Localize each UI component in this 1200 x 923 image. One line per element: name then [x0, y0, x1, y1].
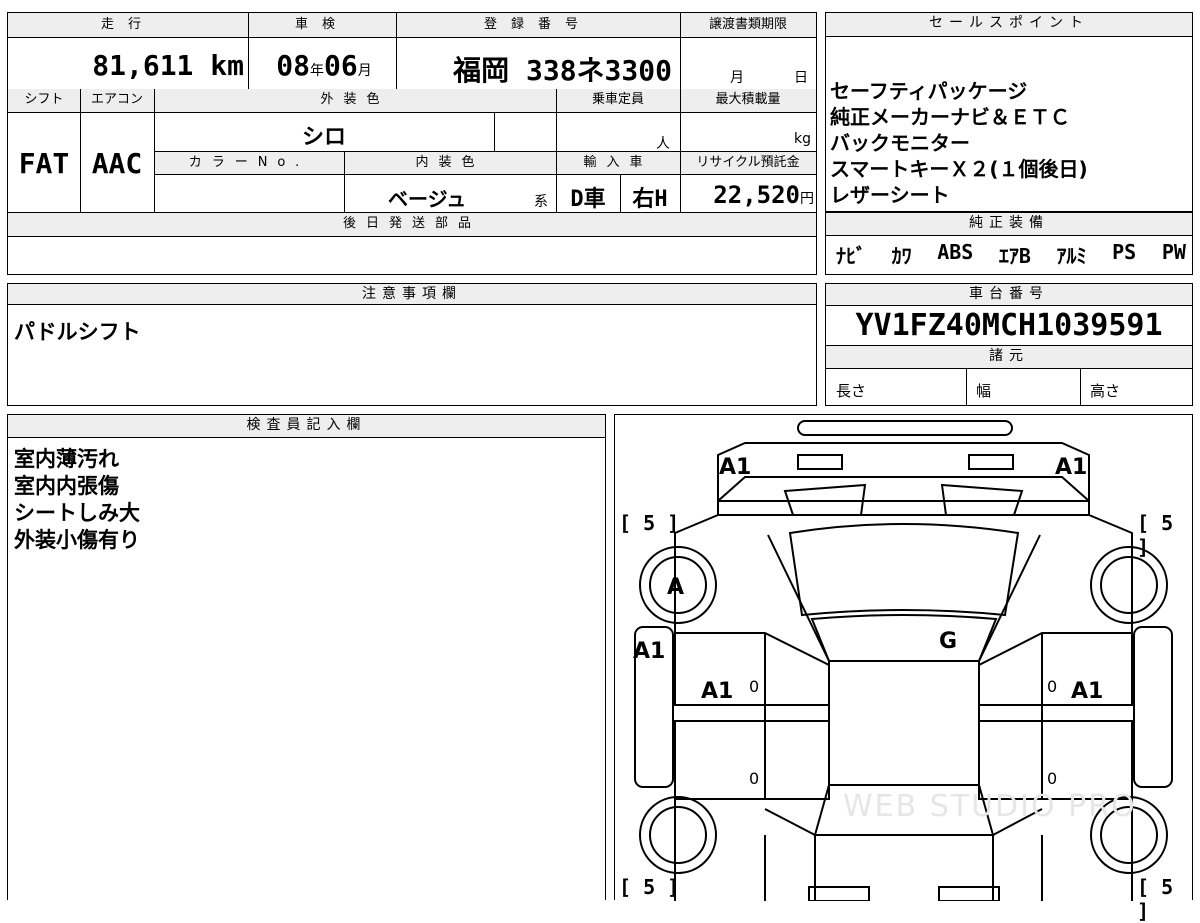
- factory-equipment-header: 純正装備: [826, 212, 1192, 236]
- mark-left-front-wheel: A: [667, 575, 685, 600]
- recycle-fee-value: 22,520円: [713, 181, 814, 209]
- sales-point-5: レザーシート: [830, 183, 950, 207]
- sales-point-3: バックモニター: [830, 131, 970, 155]
- mark-left-fender: A1: [633, 639, 666, 664]
- watermark: WEB STUDIO PRO: [843, 789, 1137, 824]
- notes-header: 注意事項欄: [8, 284, 816, 305]
- equip-leather: ｶﾜ: [891, 244, 912, 268]
- tire-front-left: [ 5 ]: [619, 511, 680, 535]
- mark-right-front-door: A1: [1071, 679, 1104, 704]
- sales-points-header: セールスポイント: [826, 13, 1192, 37]
- equip-pw: PW: [1161, 240, 1186, 264]
- exterior-color-value: シロ: [301, 125, 346, 150]
- notes-box: 注意事項欄 パドルシフト: [7, 283, 817, 406]
- registration-number: 福岡 338ネ3300: [453, 54, 672, 87]
- max-load-header: 最大積載量: [680, 90, 816, 111]
- mark-left-front-door: A1: [701, 679, 734, 704]
- recycle-fee-header: リサイクル預託金: [680, 153, 816, 174]
- inspector-box: 検査員記入欄 室内薄汚れ 室内内張傷 シートしみ大 外装小傷有り: [7, 414, 606, 900]
- spec-width: 幅: [976, 382, 992, 400]
- exterior-color-header: 外装色: [154, 90, 556, 111]
- inspector-note-2: 室内内張傷: [14, 474, 119, 498]
- aircon-value: AAC: [91, 147, 143, 180]
- interior-color-value: ベージュ: [388, 187, 467, 211]
- aircon-header: エアコン: [80, 90, 154, 111]
- capacity-header: 乗車定員: [556, 90, 680, 111]
- specs-header: 諸元: [826, 345, 1192, 369]
- inspector-note-4: 外装小傷有り: [14, 528, 140, 552]
- notes-text: パドルシフト: [14, 320, 141, 344]
- transfer-deadline-header: 譲渡書類期限: [680, 15, 816, 36]
- max-load-unit: kg: [794, 131, 811, 147]
- vehicle-info-table: 走行 車検 登録番号 譲渡書類期限 81,611 km 08年06月 福岡 33…: [7, 12, 817, 275]
- capacity-unit: 人: [656, 136, 670, 152]
- chassis-number: YV1FZ40MCH1039591: [855, 308, 1163, 343]
- mark-door-zero-1: 0: [749, 677, 760, 696]
- equip-alloy: ｱﾙﾐ: [1056, 244, 1087, 268]
- mark-door-zero-2: 0: [1047, 677, 1058, 696]
- mark-windshield: G: [939, 629, 958, 654]
- spec-height: 高さ: [1090, 382, 1121, 400]
- tire-rear-right: [ 5 ]: [1137, 875, 1174, 923]
- mark-front-right-corner: A1: [1055, 455, 1088, 480]
- chassis-box: 車台番号 YV1FZ40MCH1039591 諸元 長さ 幅 高さ: [825, 283, 1193, 406]
- sales-points-box: セールスポイント セーフティパッケージ 純正メーカーナビ＆ＥＴＣ バックモニター…: [825, 12, 1193, 212]
- color-no-header: カラーNo.: [154, 153, 344, 174]
- sales-point-4: スマートキーＸ２(１個後日): [830, 157, 1088, 181]
- sales-point-1: セーフティパッケージ: [830, 79, 1028, 103]
- steering-side: 右H: [632, 187, 668, 212]
- mileage-header: 走行: [8, 15, 248, 36]
- transfer-day-unit: 日: [794, 70, 808, 86]
- inspector-header: 検査員記入欄: [8, 415, 605, 438]
- factory-equipment-list: ﾅﾋﾞ ｶﾜ ABS ｴｱB ｱﾙﾐ PS PW: [836, 240, 1186, 269]
- inspection-header: 車検: [248, 15, 396, 36]
- equip-airbag: ｴｱB: [998, 244, 1031, 268]
- inspection-value: 08年06月: [276, 49, 372, 82]
- sales-point-2: 純正メーカーナビ＆ＥＴＣ: [830, 105, 1070, 129]
- equip-navi: ﾅﾋﾞ: [836, 244, 866, 268]
- mark-door-zero-4: 0: [1047, 769, 1058, 788]
- factory-equipment-box: 純正装備 ﾅﾋﾞ ｶﾜ ABS ｴｱB ｱﾙﾐ PS PW: [825, 212, 1193, 275]
- inspector-note-3: シートしみ大: [14, 501, 140, 525]
- later-parts-header: 後日発送部品: [8, 214, 816, 235]
- tire-rear-left: [ 5 ]: [619, 875, 680, 899]
- spec-length: 長さ: [836, 382, 867, 400]
- interior-color-suffix: 系: [534, 194, 548, 210]
- import-type: D車: [570, 187, 606, 212]
- mark-door-zero-3: 0: [749, 769, 760, 788]
- chassis-header: 車台番号: [826, 284, 1192, 306]
- equip-ps: PS: [1112, 240, 1137, 264]
- mark-front-left-corner: A1: [719, 455, 752, 480]
- car-diagram: [634, 420, 1173, 901]
- interior-color-header: 内装色: [344, 153, 556, 174]
- inspector-note-1: 室内薄汚れ: [14, 447, 119, 471]
- tire-front-right: [ 5 ]: [1137, 511, 1174, 559]
- shift-header: シフト: [8, 90, 80, 111]
- transfer-month-unit: 月: [730, 70, 744, 86]
- equip-abs: ABS: [937, 240, 974, 264]
- mileage-value: 81,611 km: [92, 49, 244, 82]
- shift-value: FAT: [18, 147, 70, 180]
- registration-header: 登録番号: [396, 15, 680, 36]
- car-diagram-box: [ 5 ] [ 5 ] [ 5 ] [ 5 ] A1 A1 A A1 G A1 …: [614, 414, 1193, 923]
- import-header: 輸入車: [556, 153, 680, 174]
